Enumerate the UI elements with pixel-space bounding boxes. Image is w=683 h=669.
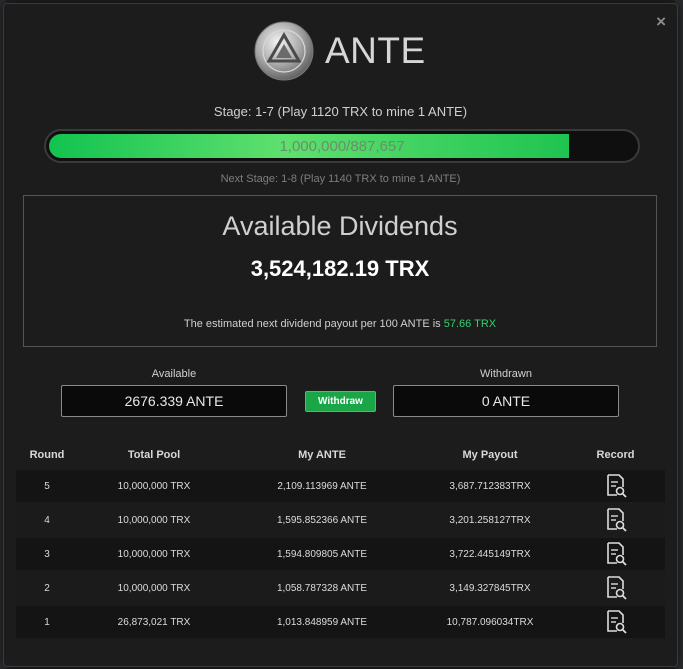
record-search-icon[interactable] [605, 576, 627, 600]
cell-my-ante: 1,595.852366 ANTE [276, 514, 368, 526]
cell-total-pool: 10,000,000 TRX [117, 480, 191, 492]
dividend-estimate-note: The estimated next dividend payout per 1… [24, 318, 656, 330]
cell-record [566, 474, 665, 498]
dividend-note-value: 57.66 TRX [443, 318, 497, 330]
table-row: 3 10,000,000 TRX 1,594.809805 ANTE 3,722… [16, 538, 665, 570]
table-row: 4 10,000,000 TRX 1,595.852366 ANTE 3,201… [16, 504, 665, 536]
table-row: 1 26,873,021 TRX 1,013.848959 ANTE 10,78… [16, 606, 665, 638]
cell-my-payout: 3,687.712383TRX [449, 480, 531, 492]
next-stage-text: Next Stage: 1-8 (Play 1140 TRX to mine 1… [220, 173, 461, 185]
dividends-title: Available Dividends [222, 211, 458, 241]
cell-record [566, 576, 665, 600]
ante-coin-icon [254, 21, 314, 81]
cell-round: 3 [44, 548, 50, 560]
dividend-rounds-table: Round Total Pool My ANTE My Payout Recor… [16, 440, 665, 640]
dividend-note-prefix: The estimated next dividend payout per 1… [183, 318, 441, 330]
cell-round: 4 [44, 514, 50, 526]
header-my-payout: My Payout [462, 449, 518, 461]
table-header: Round Total Pool My ANTE My Payout Recor… [16, 440, 665, 470]
header-my-ante: My ANTE [298, 449, 346, 461]
cell-round: 2 [44, 582, 50, 594]
available-label: Available [151, 368, 197, 380]
close-icon[interactable]: × [656, 12, 666, 32]
table-row: 5 10,000,000 TRX 2,109.113969 ANTE 3,687… [16, 470, 665, 502]
dividends-panel: Available Dividends 3,524,182.19 TRX The… [23, 195, 657, 347]
record-search-icon[interactable] [605, 508, 627, 532]
record-search-icon[interactable] [605, 542, 627, 566]
cell-my-payout: 3,201.258127TRX [449, 514, 531, 526]
mining-progress-bar: 1,000,000/887,657 [44, 129, 640, 163]
record-search-icon[interactable] [605, 474, 627, 498]
header-round: Round [29, 449, 65, 461]
cell-total-pool: 26,873,021 TRX [117, 616, 191, 628]
current-stage-text: Stage: 1-7 (Play 1120 TRX to mine 1 ANTE… [213, 104, 468, 119]
withdrawn-balance-field: 0 ANTE [393, 385, 619, 417]
cell-my-payout: 3,149.327845TRX [449, 582, 531, 594]
header-total-pool: Total Pool [127, 449, 181, 461]
cell-my-payout: 10,787.096034TRX [446, 616, 534, 628]
record-search-icon[interactable] [605, 610, 627, 634]
cell-my-ante: 1,013.848959 ANTE [276, 616, 368, 628]
progress-label: 1,000,000/887,657 [279, 138, 405, 155]
brand-name: ANTE [325, 30, 426, 71]
cell-total-pool: 10,000,000 TRX [117, 548, 191, 560]
withdraw-button[interactable]: Withdraw [305, 391, 376, 412]
header-record: Record [596, 449, 635, 461]
withdrawn-label: Withdrawn [480, 368, 532, 380]
dividends-amount: 3,524,182.19 TRX [250, 256, 430, 281]
cell-my-ante: 2,109.113969 ANTE [277, 480, 367, 492]
ante-dividends-modal: × ANTE Stage: 1-7 (Play 1120 TRX to mine… [3, 3, 678, 667]
brand-header: ANTE [254, 20, 426, 82]
cell-my-payout: 3,722.445149TRX [449, 548, 531, 560]
available-balance-field: 2676.339 ANTE [61, 385, 287, 417]
cell-round: 1 [44, 616, 50, 628]
cell-round: 5 [44, 480, 50, 492]
cell-total-pool: 10,000,000 TRX [117, 582, 191, 594]
cell-record [566, 542, 665, 566]
table-body: 5 10,000,000 TRX 2,109.113969 ANTE 3,687… [16, 470, 665, 638]
cell-record [566, 508, 665, 532]
table-row: 2 10,000,000 TRX 1,058.787328 ANTE 3,149… [16, 572, 665, 604]
cell-my-ante: 1,594.809805 ANTE [276, 548, 368, 560]
cell-total-pool: 10,000,000 TRX [117, 514, 191, 526]
cell-my-ante: 1,058.787328 ANTE [276, 582, 368, 594]
cell-record [566, 610, 665, 634]
